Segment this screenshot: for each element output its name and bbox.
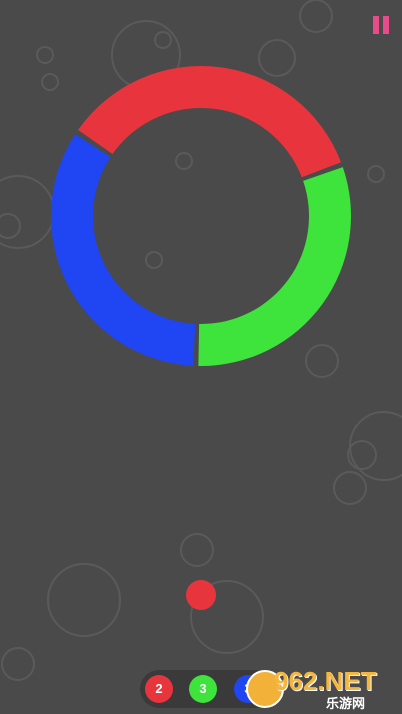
bubble-decoration: [41, 73, 59, 91]
game-stage[interactable]: 2 3 3 962.NET 乐游网: [0, 0, 402, 714]
bubble-decoration: [333, 471, 367, 505]
watermark-subtitle: 乐游网: [326, 696, 366, 711]
score-token-red: 2: [145, 675, 173, 703]
bubble-decoration: [305, 344, 339, 378]
site-watermark: 962.NET 乐游网: [246, 666, 396, 711]
bubble-decoration: [154, 31, 172, 49]
game-canvas: [0, 0, 402, 681]
bubble-decoration: [1, 647, 35, 681]
bubble-decoration: [258, 39, 296, 77]
pause-icon: [373, 16, 379, 34]
bubble-decoration: [299, 0, 333, 33]
bubble-decoration: [47, 563, 121, 637]
bubble-decoration: [175, 152, 193, 170]
bubble-decoration: [367, 165, 385, 183]
ring-segment-red: [78, 65, 342, 178]
bubble-decoration: [180, 533, 214, 567]
color-ring: [51, 65, 351, 366]
bubble-decoration: [36, 46, 54, 64]
bubble-decoration: [349, 411, 402, 481]
pause-button[interactable]: [370, 14, 392, 38]
score-token-green: 3: [189, 675, 217, 703]
pause-icon-bar: [383, 16, 389, 34]
ring-segment-green: [198, 167, 351, 366]
bubble-decoration: [145, 251, 163, 269]
ring-segment-blue: [51, 134, 196, 366]
player-ball[interactable]: [186, 580, 216, 610]
bubble-decoration: [0, 213, 21, 239]
